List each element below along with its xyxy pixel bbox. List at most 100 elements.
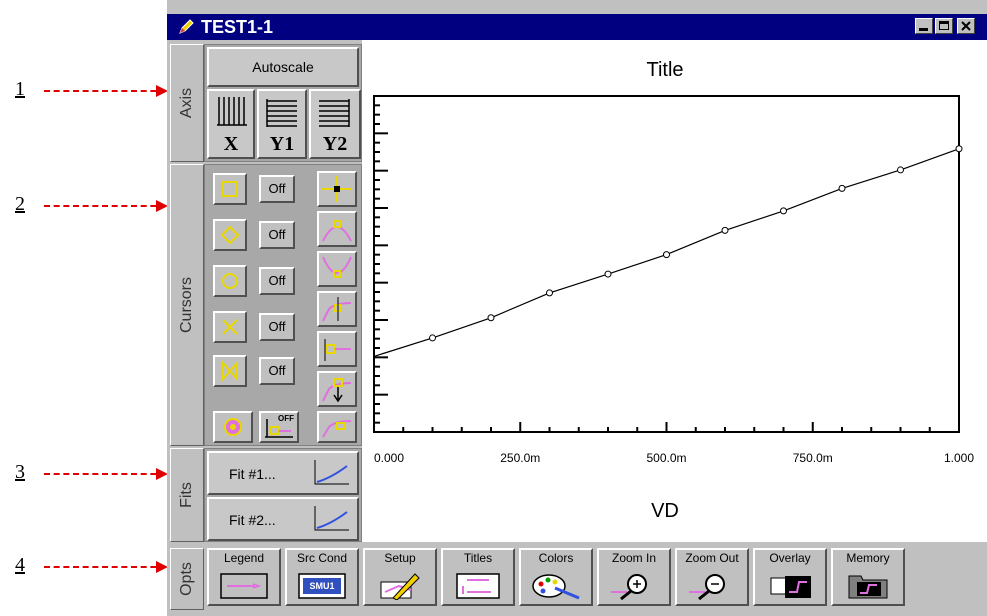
slope-cursor-icon — [322, 420, 352, 438]
y2-axis-label: Y2 — [322, 133, 348, 155]
title-bar[interactable]: TEST1-1 — [167, 14, 987, 40]
chart-title: Title — [646, 59, 683, 81]
crosshair-icon — [322, 176, 352, 202]
data-point — [721, 226, 729, 234]
legend-label: Legend — [223, 551, 265, 565]
bowtie-cursor-button[interactable] — [213, 355, 247, 387]
tab-axis-label: Axis — [178, 87, 195, 119]
cursor-center-button[interactable] — [213, 411, 253, 443]
y2-axis-grid-icon — [319, 99, 350, 127]
legend-button[interactable]: Legend — [207, 548, 281, 606]
annotation-arrow-3 — [44, 468, 168, 480]
zoom-in-icon — [611, 574, 647, 600]
x-cursor-off-button[interactable]: Off — [259, 313, 295, 341]
src-cond-label: Src Cond — [296, 551, 348, 565]
zoom-out-button[interactable]: Zoom Out — [675, 548, 749, 606]
annotation-4: 4 — [15, 554, 25, 576]
pencil-icon — [179, 19, 194, 34]
tab-opts[interactable]: Opts — [170, 548, 204, 610]
x-tick-label: 500.0m — [646, 451, 686, 465]
plot-area[interactable]: Title VD 0.000 250.0m 500.0m 750.0m 1.000 — [362, 40, 987, 542]
memory-button[interactable]: Memory — [831, 548, 905, 606]
diamond-cursor-button[interactable] — [213, 219, 247, 251]
colors-label: Colors — [538, 551, 574, 565]
fit-1-button[interactable]: Fit #1... — [207, 451, 359, 495]
zoom-in-button[interactable]: Zoom In — [597, 548, 671, 606]
data-point — [604, 270, 612, 278]
maximize-button[interactable] — [935, 18, 953, 34]
x-axis-title: VD — [651, 500, 679, 522]
titles-icon — [456, 573, 500, 599]
peak-cursor-button[interactable] — [317, 211, 357, 247]
fit-2-button[interactable]: Fit #2... — [207, 497, 359, 541]
src-cond-badge: SMU1 — [309, 581, 335, 591]
palette-icon — [532, 574, 580, 600]
x-axis-grid-icon — [217, 97, 247, 126]
setup-button[interactable]: Setup — [363, 548, 437, 606]
data-point — [897, 166, 904, 174]
window-title: TEST1-1 — [201, 17, 274, 37]
zoom-in-label: Zoom In — [611, 551, 656, 565]
colors-button[interactable]: Colors — [519, 548, 593, 606]
zoom-out-label: Zoom Out — [685, 551, 739, 565]
src-cond-button[interactable]: Src Cond SMU1 — [285, 548, 359, 606]
fit-curve-icon — [314, 460, 349, 485]
fits-panel: Fit #1... Fit #2... — [204, 448, 362, 542]
autoscale-button[interactable]: Autoscale — [207, 47, 359, 87]
valley-icon — [322, 256, 352, 278]
overlay-button[interactable]: Overlay — [753, 548, 827, 606]
circle-cursor-button[interactable] — [213, 265, 247, 297]
autoscale-label: Autoscale — [252, 59, 314, 75]
y1-axis-button[interactable]: Y1 — [257, 89, 307, 159]
close-button[interactable] — [957, 18, 975, 34]
maximize-icon — [939, 21, 949, 30]
zoom-out-icon — [689, 574, 725, 600]
y2-axis-button[interactable]: Y2 — [309, 89, 361, 159]
circle-cursor-off-button[interactable]: Off — [259, 267, 295, 295]
minimize-icon — [919, 28, 928, 31]
slope-cursor-button[interactable] — [317, 411, 357, 443]
diamond-cursor-off-button[interactable]: Off — [259, 221, 295, 249]
titles-label: Titles — [463, 551, 493, 565]
square-cursor-icon — [222, 181, 238, 197]
target-icon — [224, 418, 242, 436]
plot-frame — [373, 95, 960, 433]
tab-fits[interactable]: Fits — [170, 448, 204, 542]
tab-fits-label: Fits — [178, 482, 195, 508]
data-point — [487, 314, 495, 322]
axis-panel: Autoscale X Y1 Y2 — [204, 44, 362, 162]
tab-cursors[interactable]: Cursors — [170, 164, 204, 446]
horizontal-cursor-button[interactable] — [317, 331, 357, 367]
data-point — [429, 334, 436, 342]
data-point — [780, 207, 787, 215]
vertical-cursor-button[interactable] — [317, 291, 357, 327]
titles-button[interactable]: Titles — [441, 548, 515, 606]
circle-cursor-icon — [222, 273, 238, 289]
x-axis-button[interactable]: X — [207, 89, 255, 159]
setup-label: Setup — [384, 551, 416, 565]
x-tick-label: 0.000 — [374, 451, 404, 465]
diamond-cursor-icon — [220, 225, 240, 245]
x-cursor-button[interactable] — [213, 311, 247, 343]
fit-1-label: Fit #1... — [229, 466, 276, 482]
step-cursor-icon — [322, 378, 352, 403]
cursor-off-small-button[interactable]: OFF — [259, 411, 299, 443]
bowtie-cursor-off-button[interactable]: Off — [259, 357, 295, 385]
square-cursor-off-button[interactable]: Off — [259, 175, 295, 203]
cursors-panel: Off Off Off Off Off OFF — [204, 164, 362, 446]
square-cursor-button[interactable] — [213, 173, 247, 205]
bowtie-cursor-icon — [222, 360, 238, 382]
data-point — [955, 145, 963, 153]
tab-axis[interactable]: Axis — [170, 44, 204, 162]
minimize-button[interactable] — [915, 18, 933, 34]
setup-icon — [380, 573, 420, 600]
overlay-label: Overlay — [769, 551, 811, 565]
x-axis-label: X — [223, 133, 239, 155]
annotation-3: 3 — [15, 461, 25, 483]
x-tick-label: 250.0m — [500, 451, 540, 465]
step-cursor-button[interactable] — [317, 371, 357, 407]
crosshair-cursor-button[interactable] — [317, 171, 357, 207]
x-cursor-icon — [222, 319, 238, 335]
valley-cursor-button[interactable] — [317, 251, 357, 287]
x-tick-label: 1.000 — [944, 451, 974, 465]
